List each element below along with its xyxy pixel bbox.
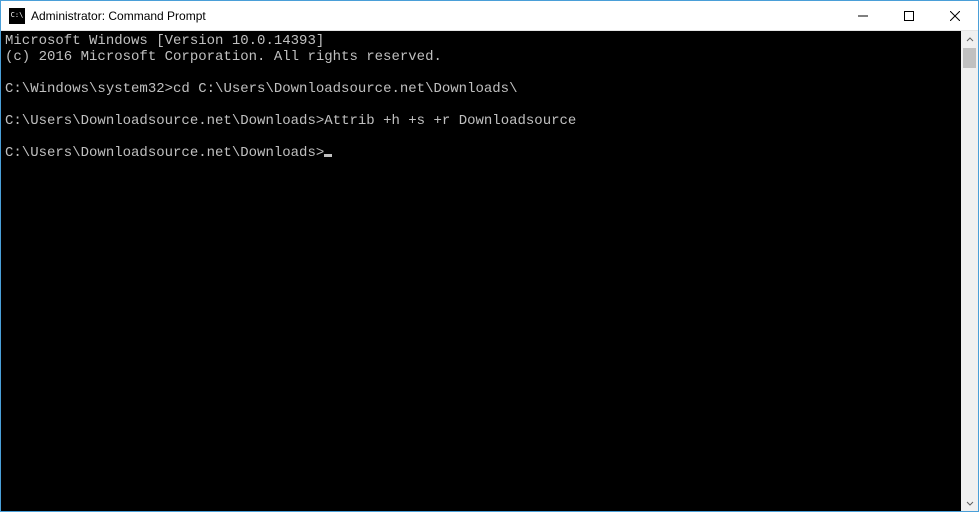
close-icon	[950, 11, 960, 21]
window-title: Administrator: Command Prompt	[31, 9, 840, 23]
vertical-scrollbar[interactable]	[961, 31, 978, 511]
scrollbar-thumb[interactable]	[963, 48, 976, 68]
cmd-icon-text: C:\	[11, 12, 24, 19]
console-prompt: C:\Users\Downloadsource.net\Downloads>	[5, 113, 324, 129]
titlebar: C:\ Administrator: Command Prompt	[1, 1, 978, 31]
minimize-button[interactable]	[840, 1, 886, 30]
scroll-down-button[interactable]	[961, 494, 978, 511]
maximize-button[interactable]	[886, 1, 932, 30]
window-controls	[840, 1, 978, 30]
console-command: cd C:\Users\Downloadsource.net\Downloads…	[173, 81, 517, 97]
scroll-up-button[interactable]	[961, 31, 978, 48]
console-command: Attrib +h +s +r Downloadsource	[324, 113, 576, 129]
chevron-up-icon	[966, 36, 974, 44]
minimize-icon	[858, 11, 868, 21]
console-prompt: C:\Windows\system32>	[5, 81, 173, 97]
scrollbar-track[interactable]	[961, 48, 978, 494]
close-button[interactable]	[932, 1, 978, 30]
maximize-icon	[904, 11, 914, 21]
console-prompt: C:\Users\Downloadsource.net\Downloads>	[5, 145, 324, 161]
cursor	[324, 154, 332, 157]
console-output[interactable]: Microsoft Windows [Version 10.0.14393] (…	[1, 31, 961, 511]
console-area: Microsoft Windows [Version 10.0.14393] (…	[1, 31, 978, 511]
cmd-icon: C:\	[9, 8, 25, 24]
console-line: (c) 2016 Microsoft Corporation. All righ…	[5, 49, 442, 65]
console-line: Microsoft Windows [Version 10.0.14393]	[5, 33, 324, 49]
chevron-down-icon	[966, 499, 974, 507]
